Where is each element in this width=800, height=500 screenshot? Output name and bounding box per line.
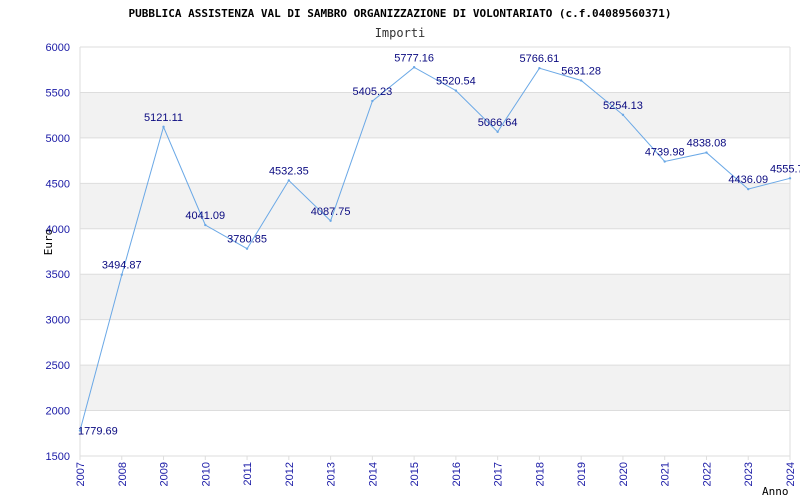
y-tick-label: 3500: [46, 269, 70, 281]
data-point: [329, 219, 332, 223]
y-tick-label: 4500: [46, 178, 70, 190]
x-tick-label: 2017: [493, 462, 505, 486]
x-axis-ticks: 2007 2008 2009 2010 2011 2012 2013 2014 2015 2016…: [75, 456, 797, 486]
data-label: 5631.28: [561, 66, 601, 78]
chart-subtitle: Importi: [375, 26, 426, 40]
x-tick-label: 2022: [701, 462, 713, 486]
data-label: 4555.7: [770, 163, 800, 175]
data-label: 5121.11: [144, 112, 183, 124]
data-label: 4087.75: [311, 206, 351, 218]
y-tick-label: 6000: [46, 42, 70, 54]
data-label: 5520.54: [436, 76, 476, 88]
data-label: 3780.85: [227, 234, 267, 246]
y-tick-label: 5500: [46, 87, 70, 99]
data-point: [579, 79, 583, 82]
data-label: 5066.64: [478, 117, 518, 129]
data-label: 5254.13: [603, 100, 643, 112]
x-tick-label: 2021: [660, 462, 672, 486]
y-tick-label: 2500: [46, 360, 70, 372]
chart-svg: PUBBLICA ASSISTENZA VAL DI SAMBRO ORGANI…: [42, 7, 800, 498]
x-tick-label: 2023: [743, 462, 755, 486]
x-tick-label: 2010: [200, 462, 212, 486]
data-label: 5766.61: [520, 53, 560, 65]
background-bands: [80, 92, 790, 411]
data-label: 4739.98: [645, 147, 685, 159]
x-tick-label: 2013: [326, 462, 338, 486]
y-tick-label: 2000: [46, 406, 70, 418]
data-point: [705, 151, 708, 154]
data-point: [747, 187, 750, 191]
y-tick-label: 5000: [46, 133, 70, 145]
data-point: [245, 247, 249, 250]
x-tick-label: 2009: [159, 462, 171, 486]
x-tick-label: 2019: [576, 462, 588, 486]
grid-band: [80, 274, 790, 320]
data-point: [788, 177, 792, 180]
x-tick-label: 2020: [618, 462, 630, 486]
grid-band: [80, 92, 790, 138]
data-label: 4838.08: [687, 138, 727, 150]
x-tick-label: 2015: [409, 462, 421, 486]
data-label: 4041.09: [185, 210, 225, 222]
data-point: [162, 125, 165, 129]
chart: PUBBLICA ASSISTENZA VAL DI SAMBRO ORGANI…: [0, 0, 800, 500]
x-tick-label: 2024: [785, 462, 797, 486]
y-tick-label: 3000: [46, 315, 70, 327]
data-point: [454, 89, 458, 92]
data-label: 5405.23: [352, 86, 392, 98]
data-point: [287, 179, 291, 182]
data-point: [663, 160, 666, 163]
x-tick-label: 2016: [451, 462, 463, 486]
x-tick-label: 2018: [534, 462, 546, 486]
chart-title: PUBBLICA ASSISTENZA VAL DI SAMBRO ORGANI…: [128, 7, 671, 20]
x-tick-label: 2007: [75, 462, 87, 486]
data-point: [371, 99, 374, 103]
data-label: 3494.87: [102, 260, 142, 272]
data-point: [496, 130, 499, 134]
x-tick-label: 2008: [117, 462, 129, 486]
data-label: 4532.35: [269, 165, 309, 177]
data-label: 4436.09: [728, 174, 768, 186]
x-tick-label: 2012: [284, 462, 296, 486]
grid-band: [80, 365, 790, 411]
x-tick-label: 2011: [242, 462, 254, 486]
data-point: [621, 113, 625, 116]
data-point: [120, 273, 123, 276]
data-point: [538, 67, 541, 70]
y-axis-label: Euro: [42, 229, 55, 256]
data-point: [412, 66, 416, 69]
x-tick-label: 2014: [367, 462, 379, 486]
data-label: 1779.69: [78, 426, 118, 438]
y-tick-label: 1500: [46, 451, 70, 463]
data-label: 5777.16: [394, 52, 434, 64]
x-axis-label: Anno: [762, 485, 789, 498]
data-point: [204, 223, 207, 227]
